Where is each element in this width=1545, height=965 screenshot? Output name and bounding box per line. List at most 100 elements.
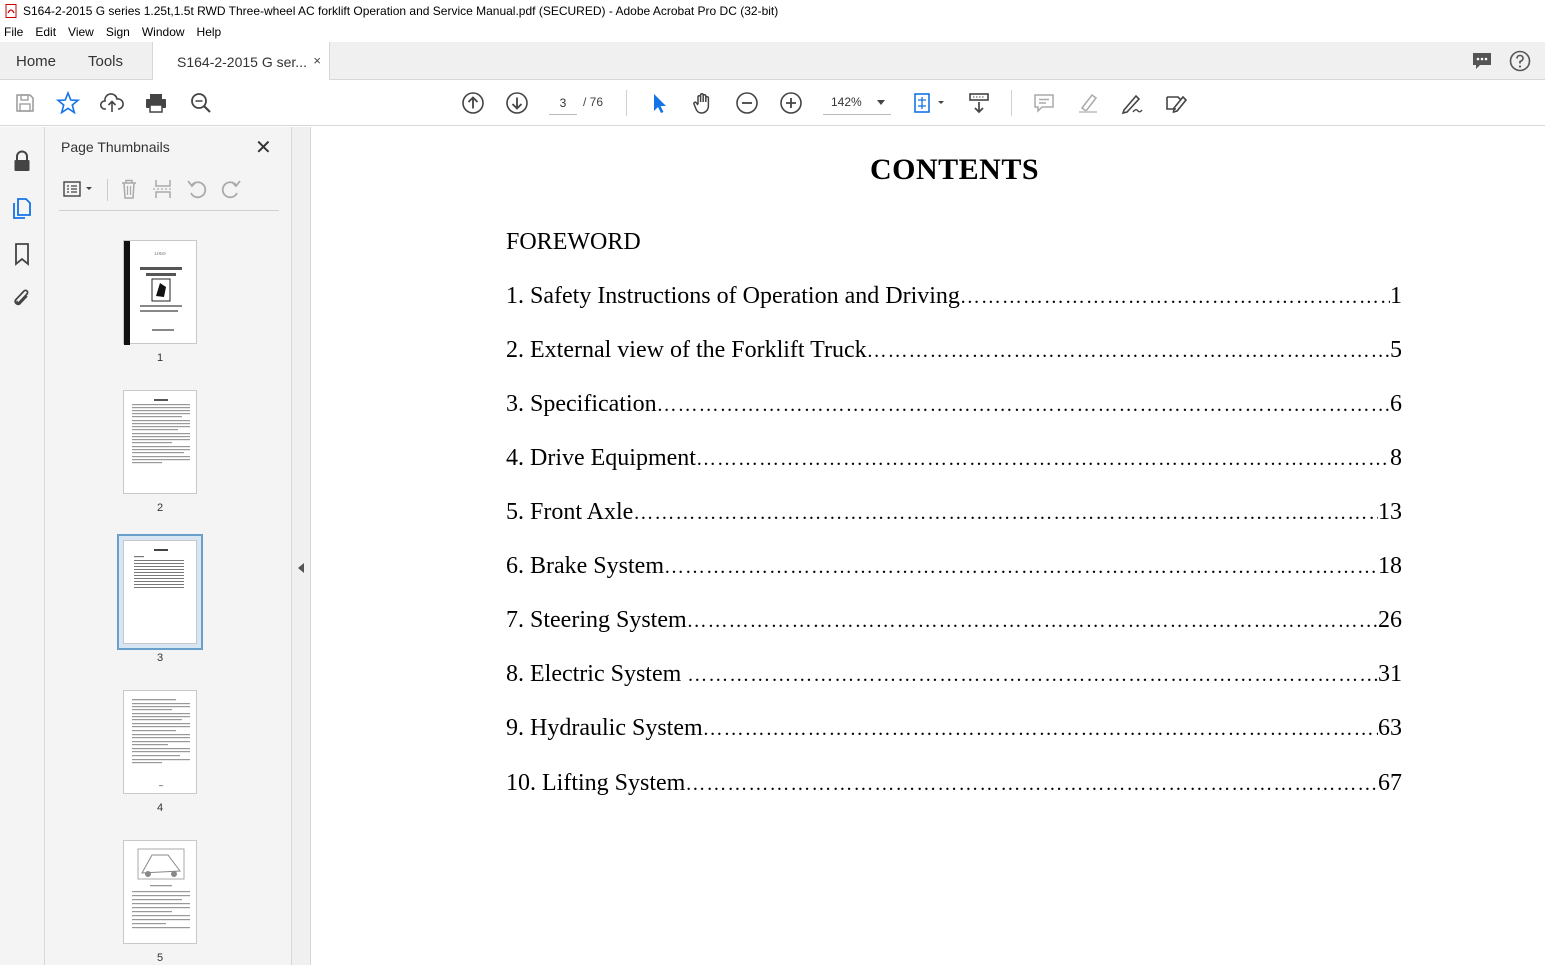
toolbar-divider <box>626 90 627 116</box>
page-down-icon[interactable] <box>504 90 530 116</box>
thumbnail-toolbar <box>59 173 279 211</box>
page-thumbnail[interactable] <box>123 390 197 494</box>
zoom-out-icon[interactable] <box>734 90 760 116</box>
zoom-value: 142% <box>831 95 862 109</box>
upload-icon[interactable] <box>99 90 125 116</box>
tab-document[interactable]: S164-2-2015 G ser... × <box>152 42 330 81</box>
toc-leader <box>696 448 1390 471</box>
toc-entry-page: 31 <box>1378 661 1402 687</box>
left-rail <box>0 127 45 965</box>
help-icon[interactable] <box>1509 50 1531 75</box>
collapse-panel-icon[interactable] <box>298 563 304 573</box>
toc-entry-label: 7. Steering System <box>506 607 687 633</box>
toc-leader <box>703 718 1378 741</box>
toc-entry-label: 10. Lifting System <box>506 770 686 796</box>
svg-text:LOGO: LOGO <box>154 251 165 256</box>
toc-entry: 2. External view of the Forklift Truck 5 <box>506 337 1402 367</box>
select-arrow-icon[interactable] <box>646 90 672 116</box>
page-thumbnail[interactable] <box>123 840 197 944</box>
tab-document-label: S164-2-2015 G ser... <box>177 53 307 70</box>
toc-entry-label: 4. Drive Equipment <box>506 445 696 471</box>
zoom-in-icon[interactable] <box>778 90 804 116</box>
fill-sign-icon[interactable] <box>1163 90 1189 116</box>
extract-icon[interactable] <box>151 177 175 201</box>
thumbnail-list: LOGO 1 2 3 4 5 <box>45 221 270 965</box>
menu-view[interactable]: View <box>68 25 94 39</box>
menu-help[interactable]: Help <box>197 25 222 39</box>
toolbar-divider <box>1011 90 1012 116</box>
zoom-select[interactable]: 142% <box>823 91 891 115</box>
page-number-input[interactable] <box>549 91 577 115</box>
close-icon[interactable]: ✕ <box>255 135 272 160</box>
menu-sign[interactable]: Sign <box>106 25 130 39</box>
sign-icon[interactable] <box>1119 90 1145 116</box>
pages-icon[interactable] <box>10 195 34 219</box>
toc-leader <box>960 286 1390 309</box>
toc-leader <box>633 502 1378 525</box>
page-up-icon[interactable] <box>460 90 486 116</box>
fit-page-icon[interactable] <box>908 90 948 116</box>
toc-entry: 1. Safety Instructions of Operation and … <box>506 283 1402 313</box>
menu-window[interactable]: Window <box>142 25 185 39</box>
menu-edit[interactable]: Edit <box>35 25 56 39</box>
thumbnail-page-number: 2 <box>156 502 164 514</box>
page-thumbnail-current[interactable] <box>123 540 197 644</box>
toc-leader <box>867 340 1390 363</box>
options-icon[interactable] <box>61 177 95 201</box>
rotate-left-icon[interactable] <box>185 177 209 201</box>
toc-entry-label: 1. Safety Instructions of Operation and … <box>506 283 960 309</box>
zoom-search-icon[interactable] <box>188 90 214 116</box>
toc-entry-page: 8 <box>1390 445 1402 471</box>
hand-icon[interactable] <box>690 90 716 116</box>
toc-entry-page: 6 <box>1390 391 1402 417</box>
save-icon[interactable] <box>12 90 38 116</box>
toc-entry-label: 3. Specification <box>506 391 657 417</box>
print-icon[interactable] <box>143 90 169 116</box>
page-thumbnails-panel: Page Thumbnails ✕ LOGO 1 2 3 4 5 <box>45 127 331 965</box>
rotate-right-icon[interactable] <box>219 177 243 201</box>
toc-entry-page: 1 <box>1390 283 1402 309</box>
menu-file[interactable]: File <box>4 25 23 39</box>
window-title: S164-2-2015 G series 1.25t,1.5t RWD Thre… <box>23 4 779 18</box>
page-thumbnail[interactable] <box>123 690 197 794</box>
star-icon[interactable] <box>55 90 81 116</box>
thumbnail-page-number: 3 <box>156 652 164 664</box>
contents-heading: CONTENTS <box>869 153 1040 186</box>
toc-foreword: FOREWORD <box>506 229 1402 259</box>
bookmark-icon[interactable] <box>10 242 34 266</box>
thumbnail-page-number: 4 <box>156 802 164 814</box>
tab-tools[interactable]: Tools <box>88 42 123 80</box>
tab-home[interactable]: Home <box>16 42 56 80</box>
toc-leader <box>685 773 1378 796</box>
main-toolbar: / 76 142% <box>0 80 1545 126</box>
thumbnail-page-number: 1 <box>156 352 164 364</box>
tab-close-icon[interactable]: × <box>313 53 321 68</box>
document-view[interactable]: CONTENTS FOREWORD 1. Safety Instructions… <box>312 127 1545 965</box>
toc-entry-page: 67 <box>1378 770 1402 796</box>
toc-entry: 10. Lifting System 67 <box>506 770 1402 800</box>
delete-icon[interactable] <box>117 177 141 201</box>
toc-leader <box>687 610 1378 633</box>
page-thumbnail[interactable]: LOGO <box>123 240 197 345</box>
toc-leader <box>657 394 1390 417</box>
panel-splitter[interactable] <box>292 127 311 965</box>
toc-entry: 8. Electric System 31 <box>506 661 1402 691</box>
toc-entry-label: 6. Brake System <box>506 553 664 579</box>
toolbar-divider <box>107 179 108 201</box>
scroll-mode-icon[interactable] <box>966 90 992 116</box>
page-total: / 76 <box>583 95 604 109</box>
toc-entry: 4. Drive Equipment 8 <box>506 445 1402 475</box>
chat-icon[interactable] <box>1471 50 1493 75</box>
toc-leader <box>687 664 1378 687</box>
toc-entry-label: 9. Hydraulic System <box>506 715 703 741</box>
pdf-icon <box>4 4 18 18</box>
toc-entry: 9. Hydraulic System 63 <box>506 715 1402 745</box>
chevron-down-icon <box>877 100 885 105</box>
highlight-icon[interactable] <box>1075 90 1101 116</box>
comment-icon[interactable] <box>1031 90 1057 116</box>
attachment-icon[interactable] <box>10 287 34 311</box>
toc-entry-page: 18 <box>1378 553 1402 579</box>
lock-icon[interactable] <box>10 149 34 173</box>
toc-leader <box>664 556 1378 579</box>
toc-entry-label: 2. External view of the Forklift Truck <box>506 337 867 363</box>
